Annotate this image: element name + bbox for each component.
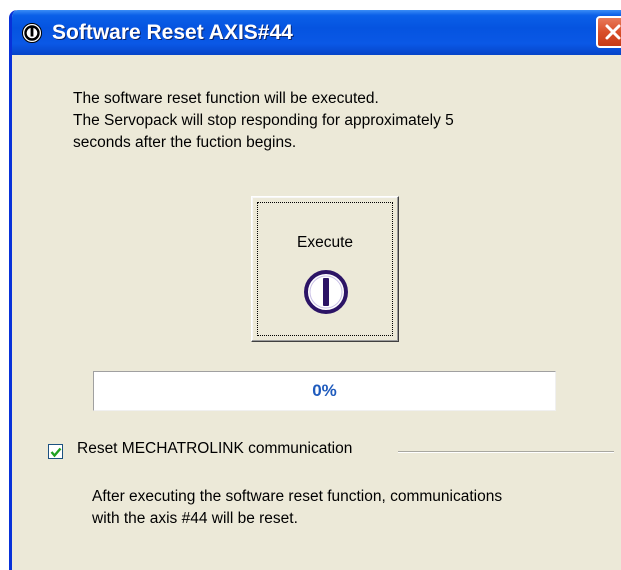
message-line: The software reset function will be exec… — [73, 90, 379, 107]
description-line: with the axis #44 will be reset. — [92, 510, 298, 527]
dialog-content: The software reset function will be exec… — [12, 55, 621, 570]
progress-text: 0% — [312, 381, 337, 400]
description-line: After executing the software reset funct… — [92, 488, 503, 505]
reset-dialog: Software Reset AXIS#44 The software rese… — [9, 10, 621, 570]
title-bar[interactable]: Software Reset AXIS#44 — [12, 10, 621, 55]
reset-option-description: After executing the software reset funct… — [92, 486, 612, 530]
power-icon — [304, 270, 348, 314]
execute-button[interactable]: Execute — [251, 196, 399, 342]
execute-label: Execute — [296, 234, 353, 251]
power-icon — [22, 23, 42, 43]
close-button[interactable] — [596, 16, 621, 48]
message-line: seconds after the fuction begins. — [73, 134, 297, 151]
reset-option-group: Reset MECHATROLINK communication — [48, 440, 621, 480]
close-icon — [605, 24, 621, 40]
reset-communication-checkbox[interactable] — [48, 444, 63, 459]
message-line: The Servopack will stop responding for a… — [73, 112, 454, 129]
progress-bar: 0% — [93, 371, 556, 411]
reset-message: The software reset function will be exec… — [73, 88, 593, 154]
group-divider — [398, 451, 614, 453]
window-title: Software Reset AXIS#44 — [52, 21, 293, 44]
checkmark-icon — [50, 447, 62, 458]
reset-communication-label[interactable]: Reset MECHATROLINK communication — [77, 440, 352, 458]
